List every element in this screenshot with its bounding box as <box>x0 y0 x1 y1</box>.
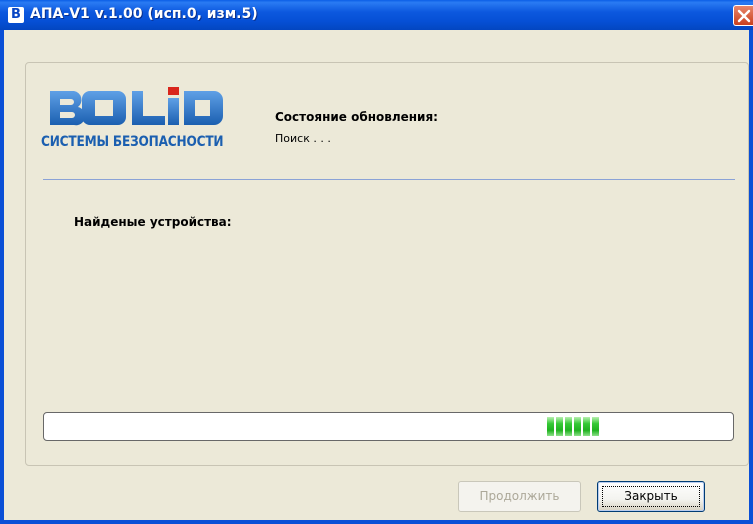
close-button[interactable]: Закрыть <box>597 481 705 512</box>
window-title: АПА-V1 v.1.00 (исп.0, изм.5) <box>30 6 258 22</box>
found-devices-label: Найденые устройства: <box>74 215 232 229</box>
progress-track <box>47 417 730 436</box>
divider <box>43 179 735 180</box>
bolid-logo-mark <box>50 87 223 126</box>
close-icon <box>737 9 751 23</box>
update-status-label: Состояние обновления: <box>275 110 438 124</box>
continue-button[interactable]: Продолжить <box>458 481 581 512</box>
app-icon: B <box>8 7 24 23</box>
progress-segment <box>592 417 599 436</box>
progress-segment <box>583 417 590 436</box>
progress-segment <box>547 417 554 436</box>
logo-subtitle: СИСТЕМЫ БЕЗОПАСНОСТИ <box>41 134 224 150</box>
main-panel: СИСТЕМЫ БЕЗОПАСНОСТИ Состояние обновлени… <box>25 62 749 466</box>
progress-segment <box>565 417 572 436</box>
update-status-value: Поиск . . . <box>275 132 331 145</box>
progress-segment <box>574 417 581 436</box>
close-button-label: Закрыть <box>624 489 678 503</box>
bolid-logo: СИСТЕМЫ БЕЗОПАСНОСТИ <box>41 85 253 165</box>
progress-segment <box>556 417 563 436</box>
close-window-button[interactable] <box>733 5 753 26</box>
progress-bar <box>43 412 734 441</box>
title-bar[interactable]: B АПА-V1 v.1.00 (исп.0, изм.5) <box>0 0 753 30</box>
